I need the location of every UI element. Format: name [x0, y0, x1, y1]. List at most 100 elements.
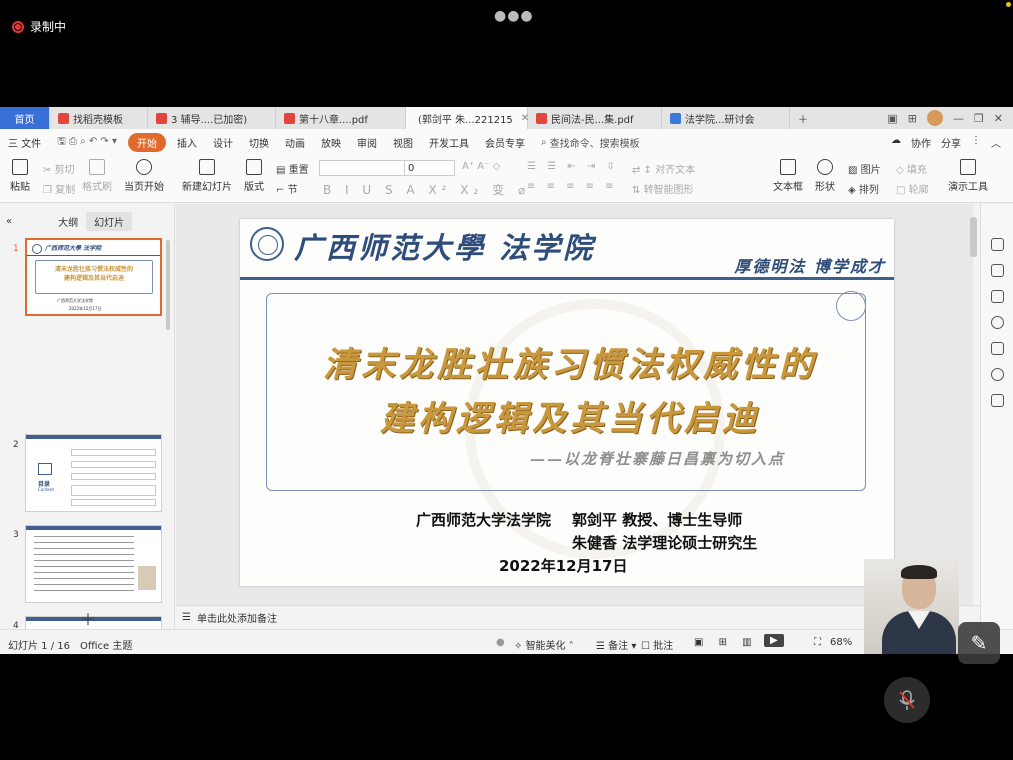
tab-folk-law[interactable]: 民间法-民...集.pdf: [528, 107, 662, 129]
picture-label: 图片: [860, 165, 881, 176]
slide-thumb-1[interactable]: 广西师范大學 法学院 清末龙胜壮族习惯法权威性的 建构逻辑及其当代启迪 广西师范…: [25, 238, 162, 316]
shape-button[interactable]: 形状: [815, 159, 835, 193]
cloud-icon[interactable]: ☁: [891, 135, 901, 150]
view-mode-buttons[interactable]: ▣ ⊞ ▥: [694, 637, 758, 648]
panel-scrollbar[interactable]: [166, 240, 170, 330]
menu-view[interactable]: 视图: [385, 135, 421, 150]
menu-insert[interactable]: 插入: [169, 135, 205, 150]
copy-slide-icon[interactable]: [991, 290, 1004, 303]
menu-review[interactable]: 审阅: [349, 135, 385, 150]
notes-button[interactable]: ☰ 备注 ▾: [596, 637, 636, 652]
quick-access-icons[interactable]: 🖫 ⎙ ⌕ ↶ ↷ ▾: [49, 134, 125, 151]
presenter-hair: [901, 565, 937, 579]
smart-beautify-button[interactable]: ✧ 智能美化 ˄: [514, 637, 574, 652]
slide-thumb-2[interactable]: 目录 Content: [25, 434, 162, 512]
font-size-input[interactable]: 0: [405, 163, 414, 174]
textbox-button[interactable]: 文本框: [773, 159, 803, 193]
magic-icon[interactable]: [991, 264, 1004, 277]
tab-slides[interactable]: 幻灯片: [86, 212, 133, 231]
properties-icon[interactable]: [991, 238, 1004, 251]
canvas-scrollbar[interactable]: [970, 217, 977, 257]
help-icon[interactable]: [991, 316, 1004, 329]
apps-icon[interactable]: ⊞: [908, 112, 917, 125]
format-brush-button[interactable]: 格式刷: [82, 159, 112, 193]
collab-button[interactable]: 协作: [911, 135, 931, 150]
cut-button[interactable]: ✂ 剪切: [43, 161, 75, 176]
menu-developer[interactable]: 开发工具: [421, 135, 477, 150]
play-slideshow-button[interactable]: ▶: [764, 634, 784, 647]
tab-outline[interactable]: 大纲: [50, 212, 86, 231]
section-button[interactable]: ⌐ 节: [276, 181, 298, 196]
pdf-icon: [156, 112, 167, 124]
collapse-panel-icon[interactable]: «: [0, 216, 20, 227]
play-from-current-button[interactable]: 当页开始: [124, 159, 164, 193]
command-search[interactable]: ⌕ 查找命令、搜索模板: [533, 135, 648, 150]
new-slide-label: 新建幻灯片: [182, 182, 232, 193]
align-text-button[interactable]: ⇄ ↕ 对齐文本: [632, 161, 695, 176]
slide-canvas[interactable]: 广西师范大學 法学院 厚德明法 博学成才 清末龙胜壮族习惯法权威性的 建构逻辑及…: [176, 204, 973, 605]
navigate-icon[interactable]: [991, 368, 1004, 381]
tab-chapter18[interactable]: 第十八章....pdf: [276, 107, 406, 129]
slide-thumb-3[interactable]: [25, 525, 162, 603]
close-window-icon[interactable]: ✕: [994, 112, 1003, 125]
menu-transition[interactable]: 切换: [241, 135, 277, 150]
notes-placeholder[interactable]: 单击此处添加备注: [197, 610, 277, 625]
menu-slideshow[interactable]: 放映: [313, 135, 349, 150]
fill-button[interactable]: ◇ 填充: [896, 161, 927, 176]
mute-button[interactable]: [884, 677, 930, 723]
menu-start[interactable]: 开始: [127, 132, 166, 152]
tab-label: 民间法-民...集.pdf: [551, 114, 634, 126]
layout-icon[interactable]: ▣: [887, 112, 897, 125]
tab-template[interactable]: 找稻壳模板: [50, 107, 148, 129]
book-icon[interactable]: [991, 394, 1004, 407]
copy-button[interactable]: ❐ 复制: [43, 181, 75, 196]
add-slide-button[interactable]: ＋: [80, 606, 96, 630]
outline-label: 轮廓: [908, 185, 929, 196]
presenter-institution: 广西师范大学法学院: [416, 511, 552, 529]
new-slide-icon: [199, 159, 215, 175]
font-selector[interactable]: 0: [319, 160, 455, 176]
thumb-topbar: [26, 526, 161, 530]
more-options-icon[interactable]: ●●●: [494, 8, 534, 24]
presentation-tools-button[interactable]: 演示工具: [948, 159, 988, 193]
outline-button[interactable]: □ 轮廓: [896, 181, 929, 196]
file-menu[interactable]: 三 文件: [0, 135, 49, 150]
tab-current-ppt[interactable]: (郭剑平 朱...221215 ✕: [406, 107, 529, 129]
fit-screen-icon[interactable]: ⛶: [814, 637, 821, 648]
font-name-input[interactable]: [320, 161, 405, 175]
menu-animation[interactable]: 动画: [277, 135, 313, 150]
convert-smartart-button[interactable]: ⇅ 转智能图形: [632, 181, 694, 196]
new-tab-button[interactable]: ＋: [790, 107, 810, 129]
menu-design[interactable]: 设计: [205, 135, 241, 150]
more-icon[interactable]: ⋮: [971, 135, 981, 150]
align-buttons[interactable]: ≡ ≡ ≡ ≡ ≡: [527, 181, 618, 192]
arrange-button[interactable]: ◈ 排列: [848, 181, 879, 196]
collapse-ribbon-icon[interactable]: ︿: [991, 135, 1001, 150]
tab-home[interactable]: 首页: [0, 107, 50, 129]
picture-button[interactable]: ▨ 图片: [848, 161, 881, 176]
tab-doc-3[interactable]: 3 辅导....已加密): [148, 107, 276, 129]
reset-button[interactable]: ▤ 重置: [276, 161, 309, 176]
menu-bar: 三 文件 🖫 ⎙ ⌕ ↶ ↷ ▾ 开始 插入 设计 切换 动画 放映 审阅 视图…: [0, 129, 1013, 155]
share-button[interactable]: 分享: [941, 135, 961, 150]
current-slide[interactable]: 广西师范大學 法学院 厚德明法 博学成才 清末龙胜壮族习惯法权威性的 建构逻辑及…: [240, 219, 894, 586]
layout-icon: [246, 159, 262, 175]
thumb-row: [71, 485, 156, 496]
font-style-buttons[interactable]: B I U S A X² X₂ 变 ⌀: [323, 181, 530, 198]
zoom-level[interactable]: 68%: [830, 637, 852, 648]
restore-icon[interactable]: ❐: [974, 112, 984, 125]
annotate-button[interactable]: ✎: [958, 622, 1000, 664]
menu-member[interactable]: 会员专享: [477, 135, 533, 150]
play-icon: [136, 159, 152, 175]
font-size-buttons[interactable]: A⁺ A⁻ ◇: [462, 161, 500, 172]
tab-seminar[interactable]: 法学院...研讨会: [662, 107, 790, 129]
list-buttons[interactable]: ☰ ☰ ⇤ ⇥ ⇳: [527, 161, 619, 172]
new-slide-button[interactable]: 新建幻灯片: [182, 159, 232, 193]
notes-bar[interactable]: ☰ 单击此处添加备注: [176, 605, 980, 629]
layout-button[interactable]: 版式: [244, 159, 264, 193]
minimize-icon[interactable]: —: [953, 112, 964, 125]
comments-button[interactable]: ☐ 批注: [641, 637, 673, 652]
user-avatar[interactable]: [926, 110, 943, 126]
settings-icon[interactable]: [991, 342, 1004, 355]
paste-button[interactable]: 粘贴: [10, 159, 30, 193]
